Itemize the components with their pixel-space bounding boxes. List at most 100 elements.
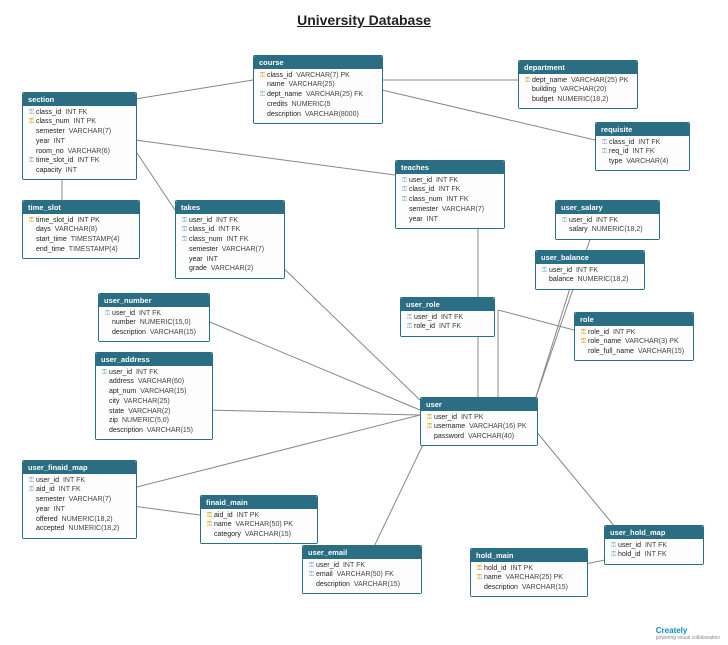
attribute-type: INT FK <box>139 310 161 319</box>
attribute-row: apt_numVARCHAR(15) <box>96 388 212 398</box>
entity-time-slot[interactable]: time_slot ⚿time_slot_idINT PKdaysVARCHAR… <box>22 200 140 259</box>
entity-user-balance[interactable]: user_balance ⚿user_idINT FKbalanceNUMERI… <box>535 250 645 290</box>
entity-header: finaid_main <box>201 496 317 509</box>
attribute-name: user_id <box>434 414 457 423</box>
attribute-name: role_full_name <box>588 348 634 357</box>
entity-teaches[interactable]: teaches ⚿user_idINT FK⚿class_idINT FK⚿cl… <box>395 160 505 229</box>
entity-course[interactable]: course ⚿class_idVARCHAR(7) PKnameVARCHAR… <box>253 55 383 124</box>
entity-user[interactable]: user ⚿user_idINT PK⚿usernameVARCHAR(16) … <box>420 397 538 446</box>
attribute-row: ⚿aid_idINT PK <box>201 511 317 521</box>
attribute-row: ⚿user_idINT FK <box>99 309 209 319</box>
attribute-name: user_id <box>569 217 592 226</box>
attribute-type: INT FK <box>632 148 654 157</box>
attribute-row: descriptionVARCHAR(15) <box>471 584 587 594</box>
attribute-row: passwordVARCHAR(40) <box>421 433 537 443</box>
attribute-type: INT FK <box>136 369 158 378</box>
attribute-type: INT FK <box>438 186 460 195</box>
attribute-type: VARCHAR(15) <box>140 388 186 397</box>
attribute-type: INT FK <box>218 226 240 235</box>
entity-role[interactable]: role ⚿role_idINT PK⚿role_nameVARCHAR(3) … <box>574 312 694 361</box>
entity-requisite[interactable]: requisite ⚿class_idINT FK⚿req_idINT FKty… <box>595 122 690 171</box>
attribute-row: descriptionVARCHAR(15) <box>303 581 421 591</box>
entity-finaid-main[interactable]: finaid_main ⚿aid_idINT PK⚿nameVARCHAR(50… <box>200 495 318 544</box>
attribute-type: VARCHAR(7) <box>69 496 111 505</box>
entity-body: ⚿class_idINT FK⚿req_idINT FKtypeVARCHAR(… <box>596 136 689 170</box>
attribute-type: INT FK <box>596 217 618 226</box>
attribute-type: INT PK <box>511 565 533 574</box>
attribute-type: INT FK <box>441 314 463 323</box>
entity-takes[interactable]: takes ⚿user_idINT FK⚿class_idINT FK⚿clas… <box>175 200 285 279</box>
attribute-row: gradeVARCHAR(2) <box>176 265 284 275</box>
attribute-type: VARCHAR(7) <box>69 128 111 137</box>
diagram-title: University Database <box>0 12 728 28</box>
entity-user-salary[interactable]: user_salary ⚿user_idINT FKsalaryNUMERIC(… <box>555 200 660 240</box>
entity-body: ⚿user_idINT FK⚿class_idINT FK⚿class_numI… <box>396 174 504 228</box>
entity-header: hold_main <box>471 549 587 562</box>
fk-key-icon: ⚿ <box>405 323 414 332</box>
entity-department[interactable]: department ⚿dept_nameVARCHAR(25) PKbuild… <box>518 60 638 109</box>
attribute-row: ⚿class_numINT FK <box>396 196 504 206</box>
fk-key-icon: ⚿ <box>27 486 36 495</box>
entity-header: takes <box>176 201 284 214</box>
entity-body: ⚿user_idINT FK⚿hold_idINT FK <box>605 539 703 564</box>
attribute-type: VARCHAR(6) <box>68 148 110 157</box>
entity-body: ⚿user_idINT FK⚿aid_idINT FKsemesterVARCH… <box>23 474 136 538</box>
entity-user-role[interactable]: user_role ⚿user_idINT FK⚿role_idINT FK <box>400 297 495 337</box>
entity-user-address[interactable]: user_address ⚿user_idINT FKaddressVARCHA… <box>95 352 213 440</box>
entity-user-finaid-map[interactable]: user_finaid_map ⚿user_idINT FK⚿aid_idINT… <box>22 460 137 539</box>
attribute-row: capacityINT <box>23 167 136 177</box>
attribute-row: ⚿emailVARCHAR(50) FK <box>303 571 421 581</box>
attribute-row: ⚿role_idINT PK <box>575 328 693 338</box>
attribute-type: VARCHAR(40) <box>468 433 514 442</box>
pk-key-icon: ⚿ <box>523 77 532 86</box>
attribute-type: INT <box>66 167 77 176</box>
pk-key-icon: ⚿ <box>27 217 36 226</box>
fk-key-icon: ⚿ <box>609 542 618 551</box>
attribute-name: description <box>112 329 146 338</box>
entity-body: ⚿dept_nameVARCHAR(25) PKbuildingVARCHAR(… <box>519 74 637 108</box>
attribute-name: user_id <box>36 477 59 486</box>
attribute-row: stateVARCHAR(2) <box>96 407 212 417</box>
attribute-name: category <box>214 531 241 540</box>
attribute-row: typeVARCHAR(4) <box>596 158 689 168</box>
attribute-type: VARCHAR(3) PK <box>625 338 679 347</box>
attribute-name: type <box>609 158 622 167</box>
entity-user-hold-map[interactable]: user_hold_map ⚿user_idINT FK⚿hold_idINT … <box>604 525 704 565</box>
pk-key-icon: ⚿ <box>205 521 214 530</box>
entity-user-number[interactable]: user_number ⚿user_idINT FKnumberNUMERIC(… <box>98 293 210 342</box>
attribute-name: budget <box>532 96 553 105</box>
entity-header: role <box>575 313 693 326</box>
entity-user-email[interactable]: user_email ⚿user_idINT FK⚿emailVARCHAR(5… <box>302 545 422 594</box>
attribute-name: end_time <box>36 246 65 255</box>
attribute-name: user_id <box>409 177 432 186</box>
attribute-row: semester VARCHAR(7) <box>23 128 136 138</box>
attribute-name: time_slot_id <box>36 217 73 226</box>
attribute-type: VARCHAR(50) PK <box>236 521 293 530</box>
entity-header: requisite <box>596 123 689 136</box>
attribute-row: ⚿user_idINT FK <box>396 176 504 186</box>
attribute-type: INT FK <box>439 323 461 332</box>
entity-header: user_address <box>96 353 212 366</box>
attribute-type: NUMERIC(18,2) <box>578 276 629 285</box>
entity-section[interactable]: section ⚿class_idINT FK⚿class_numINT PKs… <box>22 92 137 180</box>
entity-header: user_email <box>303 546 421 559</box>
attribute-row: ⚿req_idINT FK <box>596 148 689 158</box>
entity-hold-main[interactable]: hold_main ⚿hold_idINT PK⚿nameVARCHAR(25)… <box>470 548 588 597</box>
attribute-row: ⚿class_idINT FK <box>596 138 689 148</box>
attribute-name: description <box>316 581 350 590</box>
attribute-type: INT FK <box>63 477 85 486</box>
attribute-type: VARCHAR(25) PK <box>506 574 563 583</box>
attribute-name: year <box>189 256 203 265</box>
attribute-row: yearINT <box>23 137 136 147</box>
entity-body: ⚿user_idINT FKnumberNUMERIC(15,0)descrip… <box>99 307 209 341</box>
attribute-row: ⚿role_idINT FK <box>401 323 494 333</box>
entity-header: user <box>421 398 537 411</box>
attribute-type: VARCHAR(7) <box>442 206 484 215</box>
attribute-name: class_id <box>36 109 61 118</box>
attribute-name: semester <box>36 128 65 137</box>
attribute-type: VARCHAR(7) PK <box>296 72 350 81</box>
attribute-type: INT FK <box>446 196 468 205</box>
attribute-type: INT PK <box>613 329 635 338</box>
fk-key-icon: ⚿ <box>27 477 36 486</box>
attribute-type: NUMERIC(5,0) <box>122 417 169 426</box>
